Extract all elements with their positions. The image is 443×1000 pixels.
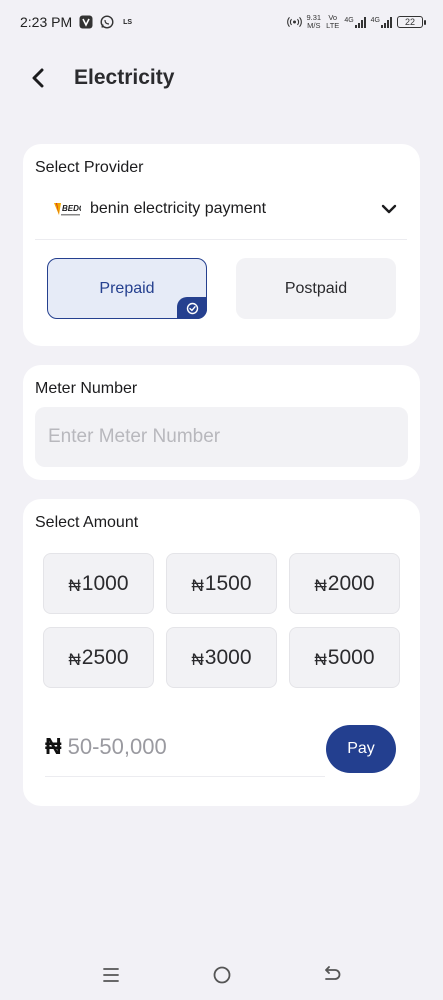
home-button[interactable]: [210, 963, 234, 987]
custom-amount-input[interactable]: [67, 733, 308, 760]
pay-button[interactable]: Pay: [326, 725, 396, 773]
ls-notification-icon: LS: [120, 15, 135, 30]
volte-indicator: Vo LTE: [326, 14, 339, 30]
net-speed-unit: M/S: [307, 21, 321, 30]
battery-icon: 22: [397, 16, 426, 28]
naira-symbol: ₦: [68, 649, 81, 669]
naira-symbol: ₦: [314, 575, 327, 595]
custom-amount-row: ₦: [45, 717, 325, 777]
signal-1: 4G: [344, 16, 366, 28]
page-title: Electricity: [74, 66, 175, 89]
postpaid-label: Postpaid: [284, 279, 348, 297]
amount-preset-value: 2000: [327, 571, 375, 595]
volte-bottom: LTE: [326, 21, 340, 30]
naira-symbol: ₦: [191, 575, 204, 595]
meter-number-label: Meter Number: [35, 380, 138, 397]
provider-dropdown[interactable]: BEDC benin electricity payment: [35, 194, 407, 224]
signal-1-label: 4G: [344, 16, 354, 24]
signal-2-label: 4G: [370, 16, 380, 24]
naira-symbol: ₦: [191, 649, 204, 669]
amount-preset-button[interactable]: ₦ 3000: [166, 627, 277, 688]
naira-symbol: ₦: [314, 649, 327, 669]
back-button[interactable]: [26, 64, 50, 92]
bedc-logo-text: BEDC: [62, 204, 81, 213]
naira-symbol: ₦: [68, 575, 81, 595]
naira-prefix-symbol: ₦: [45, 733, 62, 759]
amount-preset-value: 1500: [204, 571, 252, 595]
ls-notification-text: LS: [123, 18, 133, 26]
hotspot-icon: [286, 15, 302, 30]
menu-icon: [103, 968, 119, 982]
net-speed: 9.31 M/S: [307, 14, 322, 30]
recent-apps-button[interactable]: [99, 963, 123, 987]
signal-bars-icon: [354, 16, 366, 28]
battery-level: 22: [404, 17, 415, 27]
nav-back-button[interactable]: [320, 963, 344, 987]
selected-check-badge: [177, 297, 207, 319]
amount-preset-button[interactable]: ₦ 1000: [43, 553, 154, 614]
system-nav-bar: [0, 950, 443, 1000]
provider-card: Select Provider BEDC benin electricity p…: [23, 144, 420, 346]
meter-number-input[interactable]: [35, 407, 408, 467]
amount-preset-button[interactable]: ₦ 1500: [166, 553, 277, 614]
status-bar: 2:23 PM LS 9.31 M/S Vo LTE 4G 4G 22: [0, 0, 443, 44]
amount-preset-value: 5000: [327, 645, 375, 669]
amount-preset-value: 1000: [81, 571, 129, 595]
status-right: 9.31 M/S Vo LTE 4G 4G 22: [286, 14, 426, 30]
select-amount-label: Select Amount: [35, 514, 139, 531]
whatsapp-icon: [99, 15, 114, 30]
signal-2: 4G: [370, 16, 392, 28]
check-circle-icon: [186, 302, 198, 314]
divider: [35, 239, 407, 240]
chevron-down-icon: [381, 204, 397, 214]
amount-card: Select Amount ₦ 1000 ₦ 1500 ₦ 2000 ₦ 2500 ₦ 3…: [23, 499, 420, 806]
app-header: Electricity: [0, 58, 443, 98]
prepaid-option[interactable]: Prepaid: [47, 258, 207, 319]
app-v-icon: [78, 15, 93, 30]
prepaid-label: Prepaid: [99, 279, 155, 297]
status-time: 2:23 PM: [20, 14, 73, 30]
bedc-logo: BEDC: [53, 201, 81, 217]
select-provider-label: Select Provider: [35, 159, 144, 176]
home-circle-icon: [213, 966, 231, 984]
amount-preset-value: 3000: [204, 645, 252, 669]
back-arrow-icon: [32, 68, 44, 88]
provider-name: benin electricity payment: [90, 200, 267, 217]
meter-card: Meter Number: [23, 365, 420, 480]
postpaid-option[interactable]: Postpaid: [236, 258, 396, 319]
status-left: 2:23 PM LS: [20, 14, 135, 30]
amount-preset-value: 2500: [81, 645, 129, 669]
amount-preset-button[interactable]: ₦ 2000: [289, 553, 400, 614]
signal-bars-icon: [381, 16, 392, 28]
amount-preset-button[interactable]: ₦ 2500: [43, 627, 154, 688]
amount-preset-button[interactable]: ₦ 5000: [289, 627, 400, 688]
back-nav-icon: [325, 966, 341, 980]
